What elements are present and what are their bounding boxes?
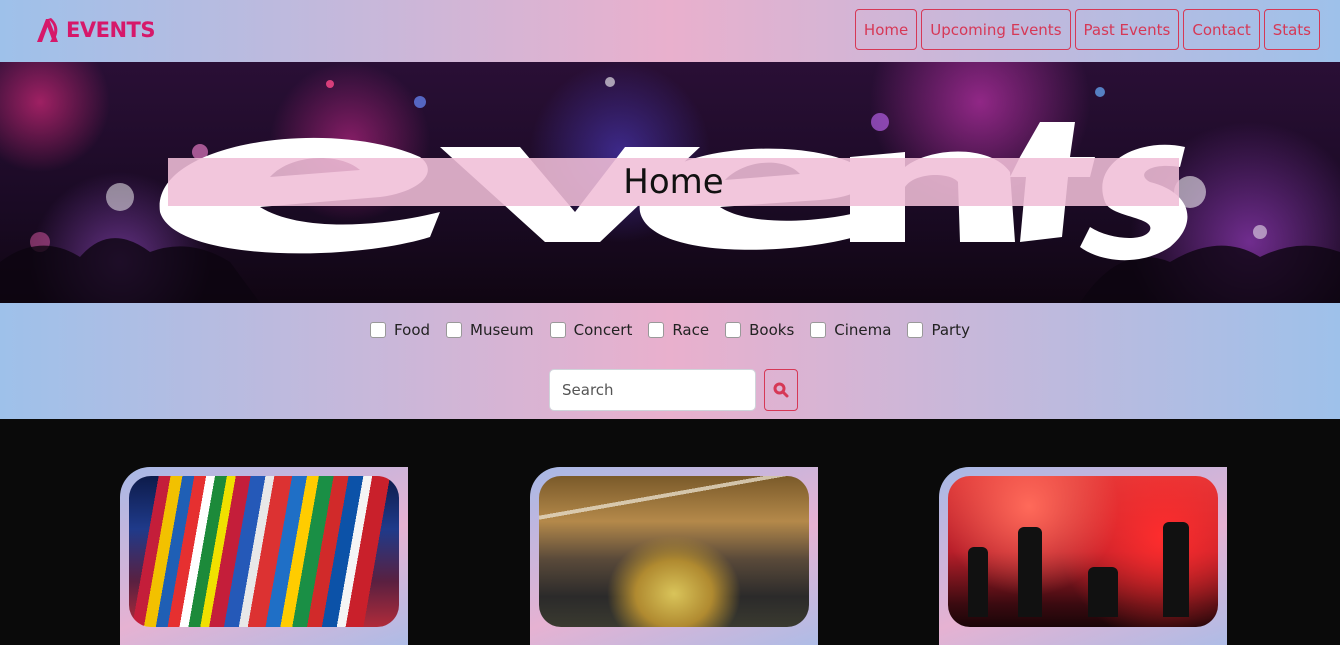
dinosaur-museum-photo (539, 476, 809, 627)
category-label: Museum (470, 321, 534, 339)
category-label: Party (931, 321, 970, 339)
checkbox[interactable] (725, 322, 742, 338)
search-button[interactable] (764, 369, 798, 411)
magnifier-icon (773, 382, 789, 398)
a-logo-icon (37, 18, 58, 42)
category-label: Books (749, 321, 795, 339)
logo-text: EVENTS (66, 18, 155, 42)
nav-stats[interactable]: Stats (1263, 9, 1320, 50)
brand-logo[interactable]: EVENTS (34, 14, 155, 46)
category-label: Race (672, 321, 710, 339)
nav-contact[interactable]: Contact (1183, 9, 1260, 50)
flags-festival-photo (129, 476, 399, 627)
category-race[interactable]: Race (648, 321, 709, 339)
checkbox[interactable] (370, 322, 387, 338)
filter-panel: Food Museum Concert Race Books Cinema Pa… (0, 303, 1340, 419)
rock-concert-photo (948, 476, 1218, 627)
category-books[interactable]: Books (725, 321, 794, 339)
category-concert[interactable]: Concert (549, 321, 633, 339)
category-label: Food (394, 321, 431, 339)
navbar: EVENTS Home Upcoming Events Past Events … (0, 0, 1340, 62)
event-card[interactable] (120, 467, 408, 645)
category-cinema[interactable]: Cinema (810, 321, 891, 339)
page-title: Home (623, 162, 724, 202)
event-card[interactable] (530, 467, 818, 645)
event-card[interactable] (939, 467, 1227, 645)
nav-menu: Home Upcoming Events Past Events Contact… (854, 9, 1320, 50)
category-museum[interactable]: Museum (446, 321, 534, 339)
category-party[interactable]: Party (907, 321, 970, 339)
checkbox[interactable] (446, 322, 463, 338)
search-bar (549, 369, 798, 411)
category-food[interactable]: Food (370, 321, 430, 339)
nav-upcoming-events[interactable]: Upcoming Events (921, 9, 1071, 50)
category-label: Concert (573, 321, 633, 339)
event-cards (0, 419, 1340, 645)
checkbox[interactable] (549, 322, 566, 338)
search-input[interactable] (549, 369, 756, 411)
nav-home[interactable]: Home (854, 9, 918, 50)
category-checkboxes: Food Museum Concert Race Books Cinema Pa… (0, 321, 1340, 339)
category-label: Cinema (834, 321, 892, 339)
checkbox[interactable] (907, 322, 924, 338)
checkbox[interactable] (648, 322, 665, 338)
checkbox[interactable] (810, 322, 827, 338)
nav-past-events[interactable]: Past Events (1074, 9, 1180, 50)
hero-banner: Home (0, 62, 1340, 303)
